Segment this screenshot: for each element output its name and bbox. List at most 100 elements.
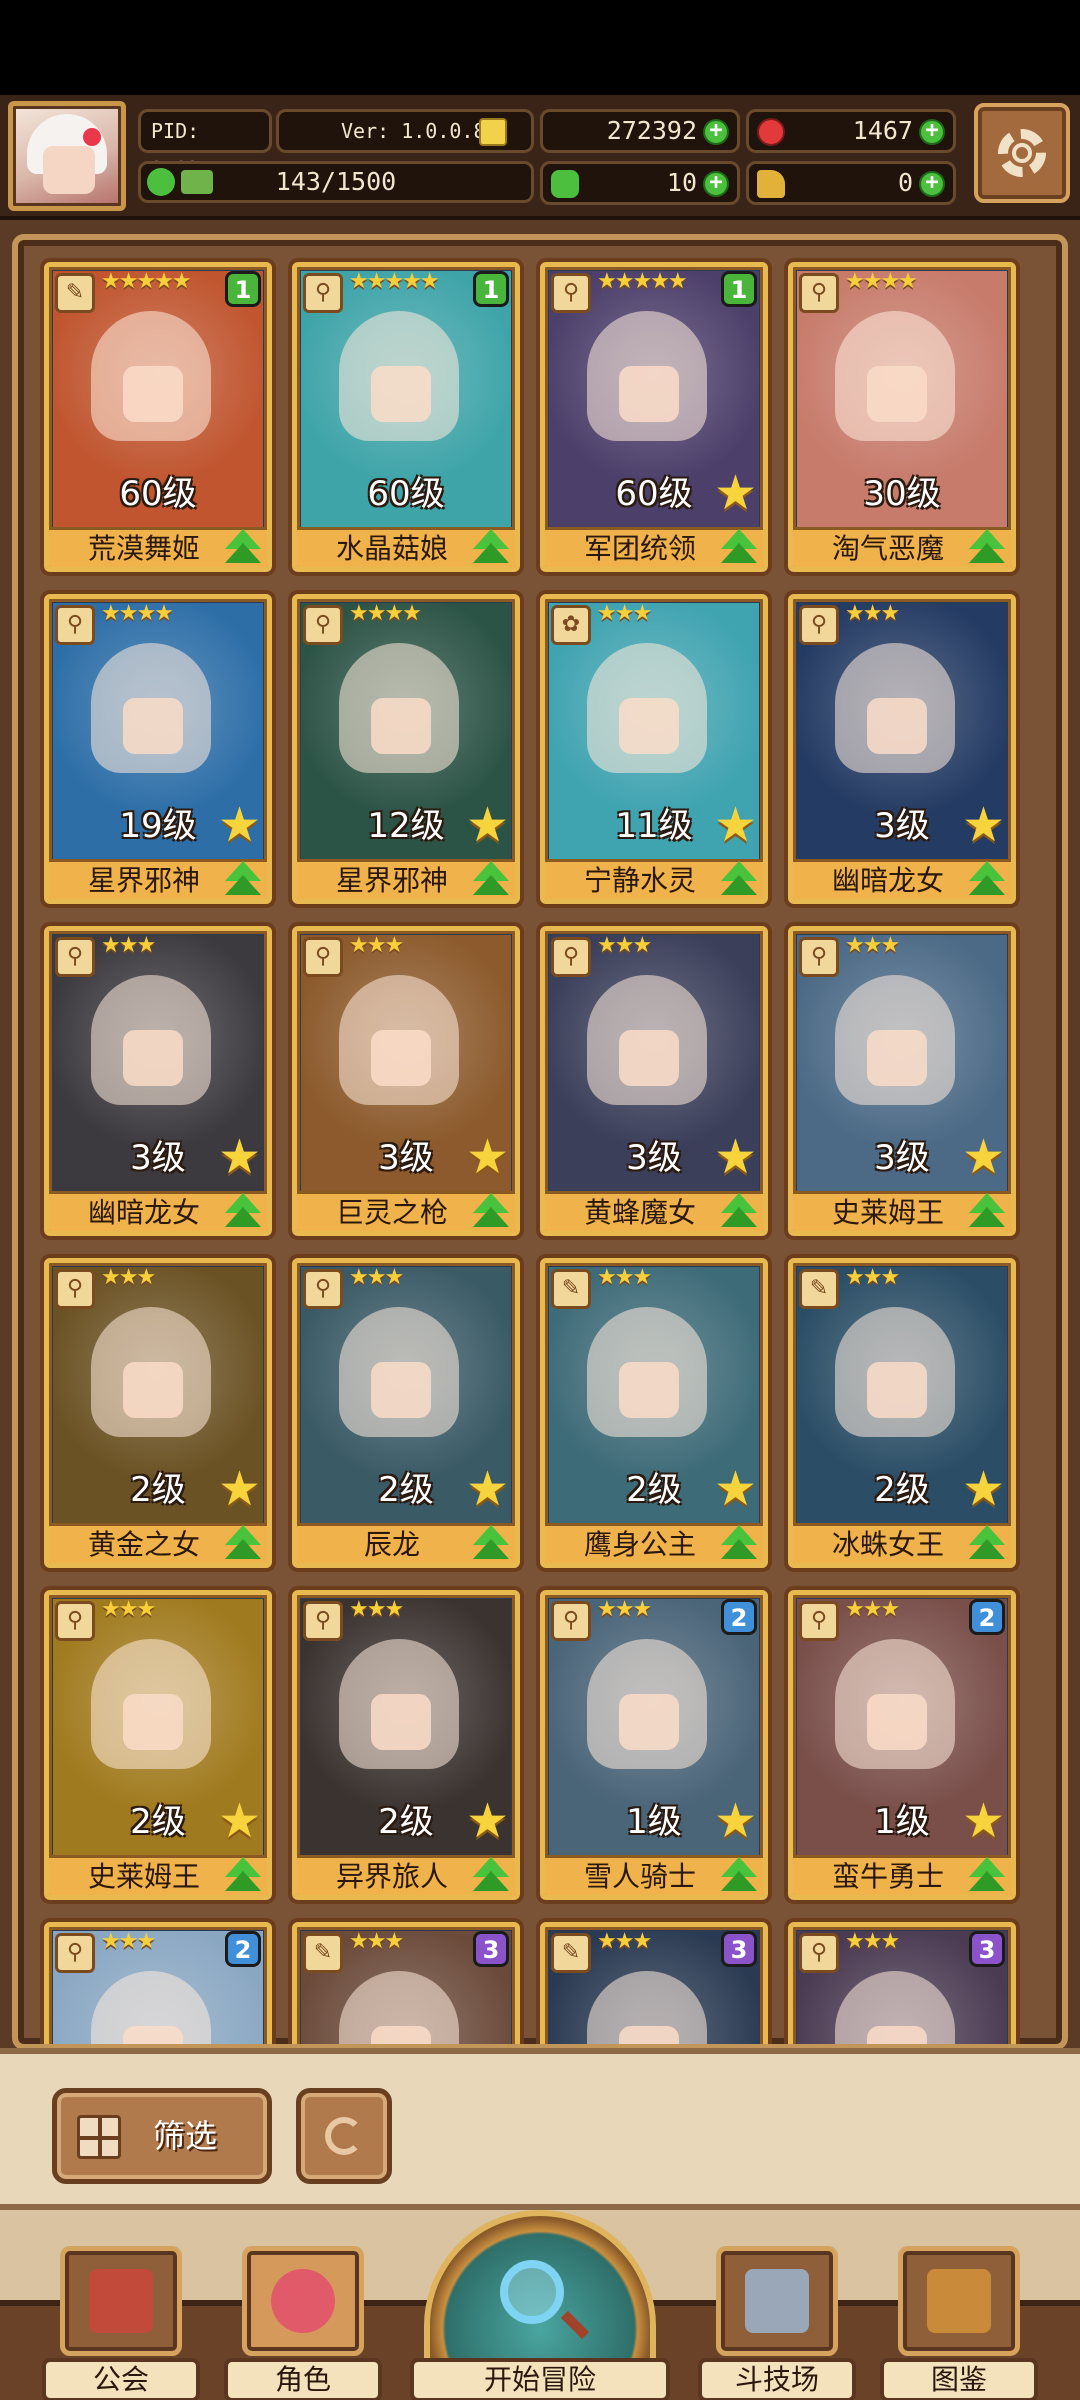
level-up-arrow-icon[interactable] bbox=[225, 861, 261, 897]
character-grid[interactable]: ✎ ★★★★★ 1 60级 荒漠舞姬 ⚲ ★★★★★ 1 60级 水晶菇娘 ⚲ ★★★★★ 1 60级 ★ 军… bbox=[12, 234, 1068, 2050]
class-icon: ⚲ bbox=[55, 937, 95, 977]
nav-start-adventure[interactable]: 开始冒险 bbox=[410, 2210, 670, 2400]
class-icon: ⚲ bbox=[303, 605, 343, 645]
level-up-arrow-icon[interactable] bbox=[721, 529, 757, 565]
class-icon: ⚲ bbox=[551, 937, 591, 977]
characters-tile bbox=[242, 2246, 364, 2356]
clover-resource-icon bbox=[551, 170, 579, 198]
character-card[interactable]: ⚲ ★★★ 3级 ★ 黄蜂魔女 bbox=[540, 926, 768, 1236]
star-upgrade-icon: ★ bbox=[713, 1461, 757, 1517]
character-card[interactable]: ⚲ ★★★★★ 1 60级 水晶菇娘 bbox=[292, 262, 520, 572]
refresh-button[interactable] bbox=[296, 2088, 392, 2184]
add-gem-button[interactable]: + bbox=[919, 119, 945, 145]
nav-characters[interactable]: 角色 bbox=[224, 2246, 382, 2400]
nav-arena[interactable]: 斗技场 bbox=[698, 2246, 856, 2400]
level-up-arrow-icon[interactable] bbox=[721, 1857, 757, 1893]
gem-icon bbox=[757, 118, 785, 146]
level-up-arrow-icon[interactable] bbox=[969, 861, 1005, 897]
rarity-stars: ★★★★ bbox=[845, 269, 918, 294]
level-up-arrow-icon[interactable] bbox=[969, 1193, 1005, 1229]
nav-codex[interactable]: 图鉴 bbox=[880, 2246, 1038, 2400]
level-up-arrow-icon[interactable] bbox=[969, 1857, 1005, 1893]
book-icon bbox=[927, 2269, 991, 2333]
level-up-arrow-icon[interactable] bbox=[473, 861, 509, 897]
class-icon: ⚲ bbox=[551, 273, 591, 313]
gem-display: 1467 + bbox=[746, 109, 956, 153]
character-level: 60级 bbox=[367, 474, 445, 514]
character-card[interactable]: ⚲ ★★★★★ 1 60级 ★ 军团统领 bbox=[540, 262, 768, 572]
nav-guild[interactable]: 公会 bbox=[42, 2246, 200, 2400]
level-up-arrow-icon[interactable] bbox=[721, 1525, 757, 1561]
class-icon: ⚲ bbox=[799, 273, 839, 313]
character-name: 史莱姆王 bbox=[831, 1196, 944, 1229]
player-avatar[interactable] bbox=[8, 101, 126, 211]
character-name: 辰龙 bbox=[363, 1528, 420, 1561]
star-upgrade-icon: ★ bbox=[713, 465, 757, 521]
tier-badge: 3 bbox=[473, 1931, 509, 1967]
character-card[interactable]: ⚲ ★★★ 2 1级 ★ 雪人骑士 bbox=[540, 1590, 768, 1900]
nameplate: 辰龙 bbox=[297, 1523, 515, 1563]
character-card[interactable]: ✎ ★★★ 2级 ★ 鹰身公主 bbox=[540, 1258, 768, 1568]
level-up-arrow-icon[interactable] bbox=[969, 1525, 1005, 1561]
class-icon: ⚲ bbox=[303, 1601, 343, 1641]
level-up-arrow-icon[interactable] bbox=[473, 1857, 509, 1893]
character-card[interactable]: ✎ ★★★ 3 bbox=[540, 1922, 768, 2044]
nameplate: 军团统领 bbox=[545, 527, 763, 567]
top-bar: PID: 278345 Ver: 1.0.0.8 272392 + 1467 +… bbox=[0, 95, 1080, 220]
rarity-stars: ★★★ bbox=[845, 1929, 900, 1954]
character-card[interactable]: ✎ ★★★ 3 bbox=[292, 1922, 520, 2044]
nameplate: 异界旅人 bbox=[297, 1855, 515, 1895]
character-card[interactable]: ✎ ★★★ 2级 ★ 冰蛛女王 bbox=[788, 1258, 1016, 1568]
nav-adventure-label: 开始冒险 bbox=[410, 2358, 670, 2400]
star-upgrade-icon: ★ bbox=[217, 1793, 261, 1849]
character-card[interactable]: ✎ ★★★★★ 1 60级 荒漠舞姬 bbox=[44, 262, 272, 572]
star-upgrade-icon: ★ bbox=[217, 1461, 261, 1517]
character-card[interactable]: ✿ ★★★ 11级 ★ 宁静水灵 bbox=[540, 594, 768, 904]
character-card[interactable]: ⚲ ★★★ 3 bbox=[788, 1922, 1016, 2044]
nameplate: 淘气恶魔 bbox=[793, 527, 1011, 567]
rarity-stars: ★★★ bbox=[101, 1929, 156, 1954]
filter-button[interactable]: 筛选 bbox=[52, 2088, 272, 2184]
star-upgrade-icon: ★ bbox=[961, 1793, 1005, 1849]
nav-guild-label: 公会 bbox=[42, 2358, 200, 2400]
level-up-arrow-icon[interactable] bbox=[721, 861, 757, 897]
character-card[interactable]: ⚲ ★★★ 2 bbox=[44, 1922, 272, 2044]
character-card[interactable]: ⚲ ★★★★ 12级 ★ 星界邪神 bbox=[292, 594, 520, 904]
level-up-arrow-icon[interactable] bbox=[473, 529, 509, 565]
settings-button[interactable] bbox=[974, 103, 1070, 203]
level-up-arrow-icon[interactable] bbox=[969, 529, 1005, 565]
level-up-arrow-icon[interactable] bbox=[473, 1193, 509, 1229]
shoes-display: 0 + bbox=[746, 161, 956, 205]
level-up-arrow-icon[interactable] bbox=[225, 1857, 261, 1893]
character-card[interactable]: ⚲ ★★★ 2级 ★ 史莱姆王 bbox=[44, 1590, 272, 1900]
character-card[interactable]: ⚲ ★★★ 3级 ★ 巨灵之枪 bbox=[292, 926, 520, 1236]
level-up-arrow-icon[interactable] bbox=[225, 1525, 261, 1561]
add-shoes-button[interactable]: + bbox=[919, 171, 945, 197]
star-upgrade-icon: ★ bbox=[465, 797, 509, 853]
character-card[interactable]: ⚲ ★★★ 3级 ★ 幽暗龙女 bbox=[44, 926, 272, 1236]
class-icon: ⚲ bbox=[303, 1269, 343, 1309]
rarity-stars: ★★★ bbox=[349, 1929, 404, 1954]
add-gold-button[interactable]: + bbox=[703, 119, 729, 145]
rarity-stars: ★★★ bbox=[845, 1265, 900, 1290]
character-card[interactable]: ⚲ ★★★ 3级 ★ 史莱姆王 bbox=[788, 926, 1016, 1236]
add-clover-button[interactable]: + bbox=[703, 171, 729, 197]
character-card[interactable]: ⚲ ★★★ 2级 ★ 黄金之女 bbox=[44, 1258, 272, 1568]
level-up-arrow-icon[interactable] bbox=[225, 529, 261, 565]
character-card[interactable]: ⚲ ★★★ 2级 ★ 异界旅人 bbox=[292, 1590, 520, 1900]
character-card[interactable]: ⚲ ★★★★ 30级淘气恶魔 bbox=[788, 262, 1016, 572]
level-up-arrow-icon[interactable] bbox=[473, 1525, 509, 1561]
character-level: 30级 bbox=[863, 474, 941, 514]
rarity-stars: ★★★ bbox=[349, 933, 404, 958]
character-card[interactable]: ⚲ ★★★ 3级 ★ 幽暗龙女 bbox=[788, 594, 1016, 904]
rarity-stars: ★★★ bbox=[349, 1265, 404, 1290]
pid-display: PID: 278345 bbox=[138, 109, 272, 181]
character-card[interactable]: ⚲ ★★★ 2级 ★ 辰龙 bbox=[292, 1258, 520, 1568]
grid-icon bbox=[77, 2115, 121, 2159]
character-card[interactable]: ⚲ ★★★★ 19级 ★ 星界邪神 bbox=[44, 594, 272, 904]
character-card[interactable]: ⚲ ★★★ 2 1级 ★ 蛮牛勇士 bbox=[788, 1590, 1016, 1900]
experience-text: 143/1500 bbox=[275, 167, 397, 196]
level-up-arrow-icon[interactable] bbox=[721, 1193, 757, 1229]
level-up-arrow-icon[interactable] bbox=[225, 1193, 261, 1229]
rarity-stars: ★★★ bbox=[597, 1265, 652, 1290]
